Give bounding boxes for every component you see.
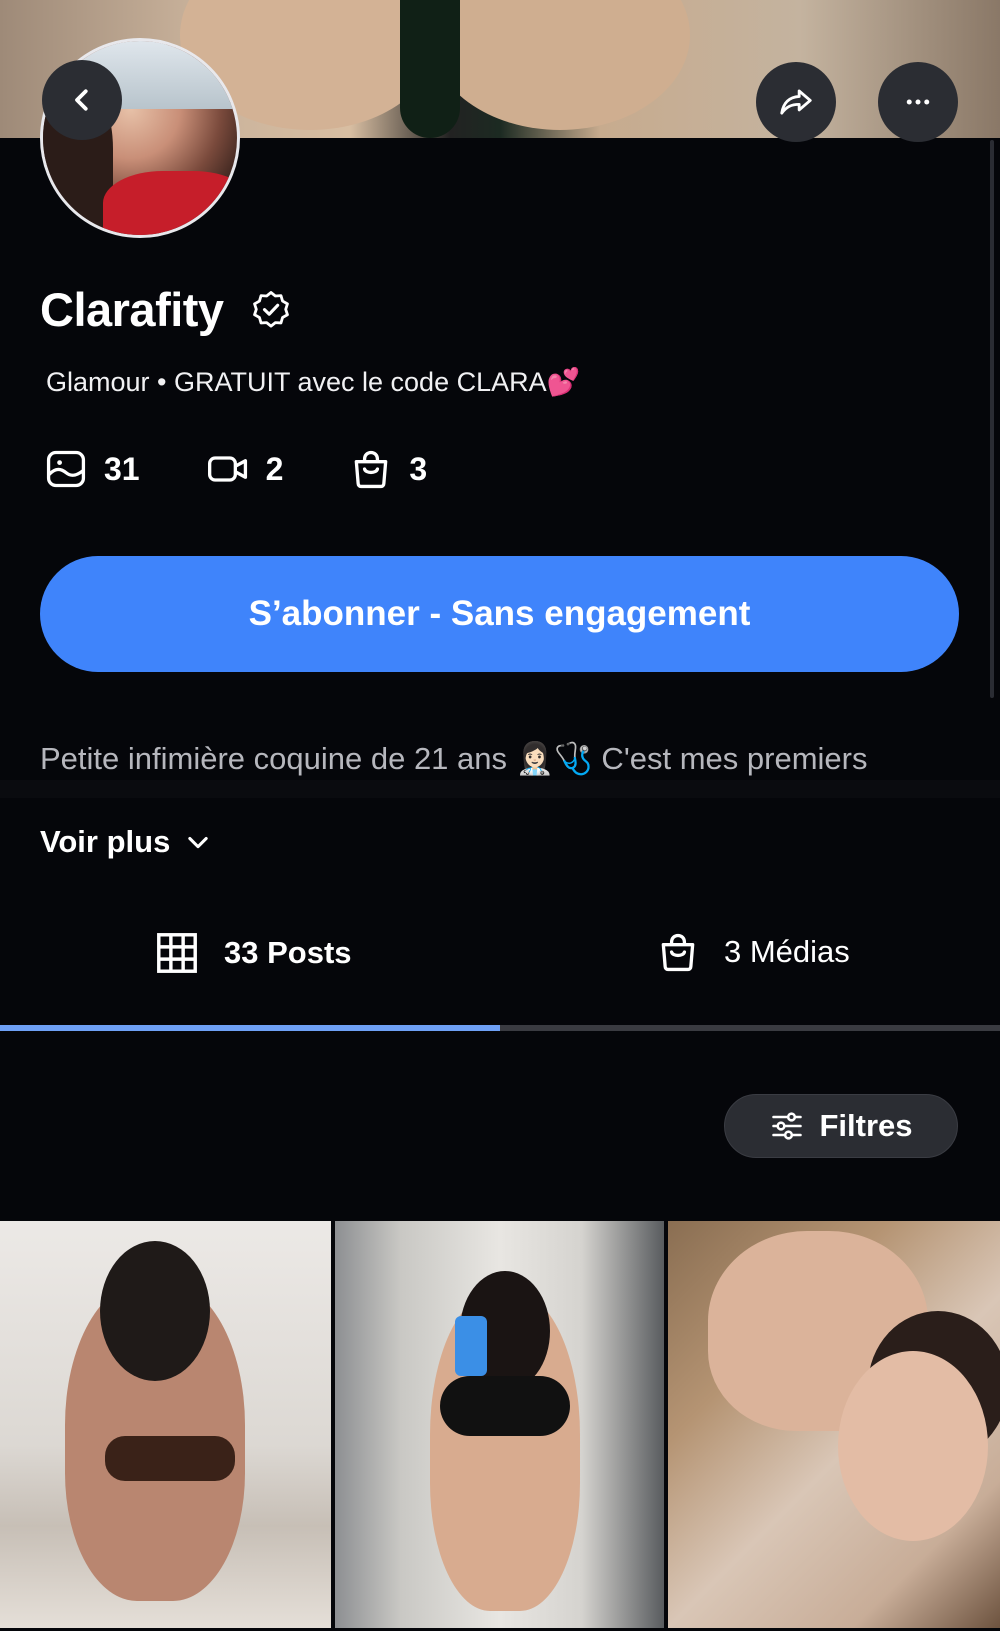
photo-icon <box>46 450 86 488</box>
more-options-button[interactable] <box>878 62 958 142</box>
tab-posts[interactable]: 33 Posts <box>154 930 352 976</box>
subscribe-button[interactable]: S’abonner - Sans engagement <box>40 556 959 672</box>
post-thumbnail[interactable] <box>668 1221 1000 1628</box>
post-thumbnail[interactable] <box>335 1221 664 1628</box>
tab-medias[interactable]: 3 Médias <box>656 930 850 974</box>
verified-badge-icon <box>252 290 289 327</box>
stats-row: 31 2 3 <box>44 447 493 491</box>
chevron-down-icon <box>188 836 209 849</box>
profile-name: Clarafity <box>40 283 224 336</box>
video-camera-icon <box>207 456 247 482</box>
filters-label: Filtres <box>819 1108 913 1143</box>
stat-photos: 31 <box>44 447 140 491</box>
bio-fade <box>0 780 1000 798</box>
shopping-bag-icon <box>661 933 695 972</box>
bio-text: Petite infimière coquine de 21 ans 👩🏻‍⚕️… <box>40 741 868 776</box>
medias-count: 3 <box>409 450 428 487</box>
share-arrow-icon <box>780 89 812 115</box>
stat-medias: 3 <box>349 447 427 491</box>
posts-grid <box>0 1221 1000 1628</box>
see-more-link[interactable]: Voir plus <box>40 824 212 860</box>
tab-medias-label: 3 Médias <box>724 934 850 969</box>
tab-posts-label: 33 Posts <box>224 935 352 970</box>
tagline: Glamour • GRATUIT avec le code CLARA💕 <box>46 367 581 397</box>
share-button[interactable] <box>756 62 836 142</box>
filters-button[interactable]: Filtres <box>724 1094 958 1158</box>
post-thumbnail[interactable] <box>0 1221 331 1628</box>
photos-count: 31 <box>104 450 140 487</box>
stat-videos: 2 <box>206 447 284 491</box>
scrollbar[interactable] <box>990 140 994 698</box>
chevron-left-icon <box>75 89 88 111</box>
ellipsis-icon <box>906 99 930 105</box>
grid-icon <box>157 933 197 973</box>
sliders-icon <box>772 1112 803 1140</box>
tab-active-indicator <box>0 1025 500 1031</box>
videos-count: 2 <box>265 450 284 487</box>
shopping-bag-icon <box>355 450 388 489</box>
see-more-label: Voir plus <box>40 824 171 859</box>
name-row: Clarafity <box>40 282 292 337</box>
back-button[interactable] <box>42 60 122 140</box>
